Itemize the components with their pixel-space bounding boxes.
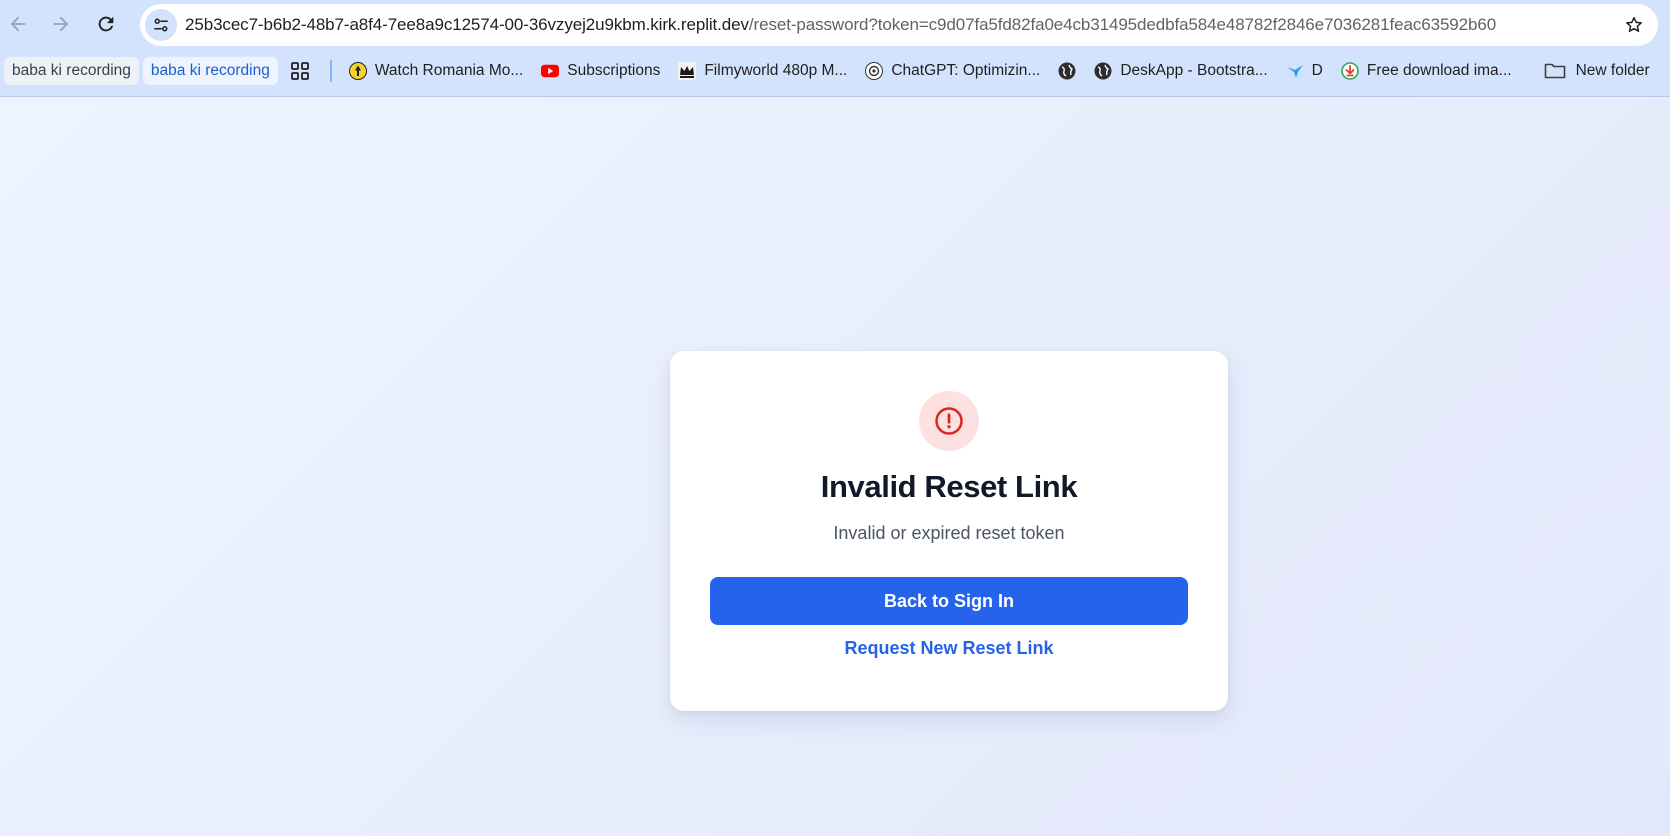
page-title: Invalid Reset Link <box>820 469 1078 504</box>
bookmark-item[interactable]: Subscriptions <box>534 57 667 85</box>
bookmark-label: Filmyworld 480p M... <box>704 62 848 79</box>
apps-grid-icon <box>290 62 309 80</box>
bookmark-folder[interactable]: New folder <box>1537 57 1657 85</box>
bookmark-label: New folder <box>1575 62 1650 79</box>
bookmark-item[interactable]: Free download ima... <box>1334 57 1519 85</box>
bookmark-item[interactable]: baba ki recording <box>142 57 278 85</box>
bookmark-label: D <box>1311 62 1323 79</box>
globe-icon <box>1058 62 1076 80</box>
bookmark-item[interactable]: D <box>1279 57 1330 85</box>
bookmarks-bar: baba ki recording baba ki recording Watc… <box>0 54 1670 88</box>
page-background: Invalid Reset Link Invalid or expired re… <box>0 97 1670 836</box>
reload-icon <box>98 16 114 32</box>
error-message: Invalid or expired reset token <box>833 523 1065 543</box>
folder-icon <box>1544 62 1566 80</box>
bookmark-label: Subscriptions <box>567 62 661 79</box>
bookmark-star-button[interactable] <box>1622 13 1646 37</box>
back-button[interactable] <box>0 6 36 42</box>
alert-circle-icon <box>935 407 963 435</box>
star-icon <box>1626 16 1642 32</box>
bookmark-item[interactable]: DeskApp - Bootstra... <box>1087 57 1274 85</box>
site-settings-button[interactable] <box>145 9 177 41</box>
reload-button[interactable] <box>88 6 124 42</box>
tune-icon <box>154 18 168 32</box>
download-icon <box>1341 62 1359 80</box>
chatgpt-icon <box>865 62 884 80</box>
url-host: 25b3cec7-b6b2-48b7-a8f4-7ee8a9c12574-00-… <box>185 15 749 34</box>
request-new-reset-link[interactable]: Request New Reset Link <box>670 638 1228 659</box>
apps-button[interactable] <box>282 57 318 85</box>
arrow-left-icon <box>10 16 26 32</box>
bookmark-label: baba ki recording <box>12 62 131 79</box>
youtube-icon <box>541 62 560 80</box>
bookmark-label: Free download ima... <box>1366 62 1512 79</box>
forward-button[interactable] <box>43 6 79 42</box>
reset-error-card: Invalid Reset Link Invalid or expired re… <box>670 351 1228 711</box>
arrow-right-icon <box>53 16 69 32</box>
url-text[interactable]: 25b3cec7-b6b2-48b7-a8f4-7ee8a9c12574-00-… <box>185 4 1496 46</box>
bird-icon <box>1286 62 1304 80</box>
bookmark-label: Watch Romania Mo... <box>374 62 524 79</box>
bookmark-separator <box>329 60 332 82</box>
bookmark-item[interactable]: ChatGPT: Optimizin... <box>858 57 1047 85</box>
bookmark-item-globe[interactable] <box>1051 57 1083 85</box>
crown-icon <box>678 62 697 80</box>
globe-icon <box>1094 62 1112 80</box>
bookmark-label: baba ki recording <box>150 62 270 79</box>
site-icon <box>348 62 367 80</box>
bookmark-label: ChatGPT: Optimizin... <box>891 62 1041 79</box>
bookmark-label: DeskApp - Bootstra... <box>1120 62 1268 79</box>
back-to-sign-in-button[interactable]: Back to Sign In <box>710 577 1188 625</box>
bookmark-item[interactable]: baba ki recording <box>4 57 139 85</box>
url-path: /reset-password?token=c9d07fa5fd82fa0e4c… <box>748 15 1497 34</box>
browser-toolbar: 25b3cec7-b6b2-48b7-a8f4-7ee8a9c12574-00-… <box>0 0 1670 97</box>
bookmark-item[interactable]: Watch Romania Mo... <box>342 57 530 85</box>
bookmark-item[interactable]: Filmyworld 480p M... <box>671 57 854 85</box>
address-bar[interactable]: 25b3cec7-b6b2-48b7-a8f4-7ee8a9c12574-00-… <box>140 4 1658 46</box>
alert-badge <box>919 391 979 451</box>
